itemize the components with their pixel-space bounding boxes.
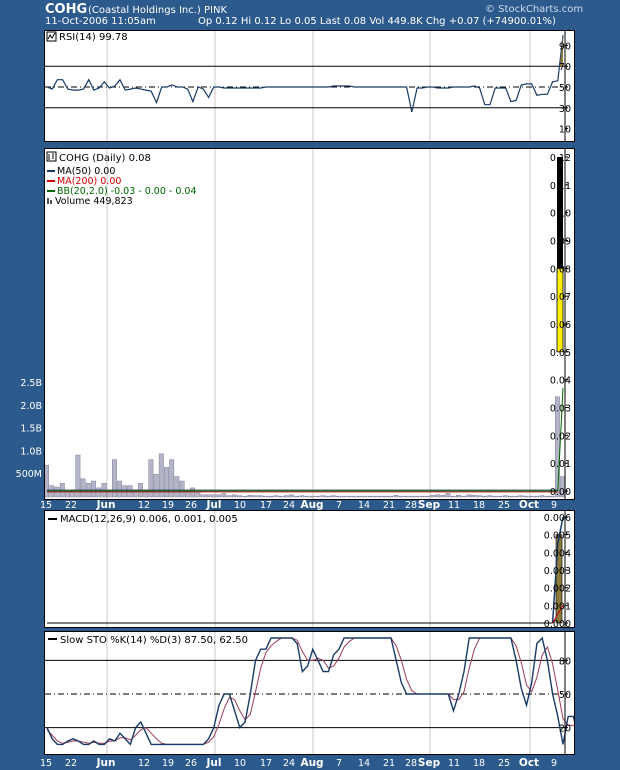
rsi-title: RSI(14) 99.78 (59, 32, 128, 43)
volume-tick-label: 2.5B (20, 378, 42, 389)
volume-bar (190, 487, 195, 498)
volume-bar (96, 487, 102, 498)
volume-tick-label: 1.0B (20, 446, 42, 457)
volume-tick-label: 2.0B (20, 401, 42, 412)
price-title: COHG (Daily) 0.08 (59, 153, 151, 164)
quote-stats: Op 0.12 Hi 0.12 Lo 0.05 Last 0.08 Vol 44… (198, 16, 556, 27)
legend-volume-icon (50, 200, 52, 204)
rsi-line (46, 35, 564, 113)
company-name: (Coastal Holdings Inc.) PINK (88, 5, 228, 16)
x-tick-label: Jul (206, 757, 222, 769)
y-tick-label: 0.07 (550, 292, 571, 303)
y-tick-label: 0.12 (550, 153, 571, 164)
x-tick-label: Jun (96, 757, 116, 769)
y-tick-label: 0.08 (550, 264, 571, 275)
macd-chart: 0.0060.0050.0040.0030.0020.0010.000MACD(… (47, 511, 571, 770)
ticker-symbol: COHG (45, 2, 88, 17)
y-tick-label: 0.006 (544, 513, 571, 524)
price-legend-box (46, 151, 57, 162)
volume-tick-label: 1.5B (20, 424, 42, 435)
volume-bar (153, 474, 159, 498)
sto-panel: 80 50 20 Slow STO %K(14) %D(3) 87.50, 62.50 (44, 631, 600, 770)
x-tick-label: 28 (405, 758, 417, 769)
x-tick-label: 22 (65, 758, 77, 769)
x-tick-label: 10 (234, 758, 246, 769)
volume-bar (80, 478, 86, 498)
x-tick-label: 14 (358, 758, 370, 769)
x-tick-label: Sep (418, 757, 441, 769)
legend-volume-icon (47, 198, 49, 204)
y-tick-label: 0.01 (550, 459, 571, 470)
sto-d-line (46, 637, 600, 745)
volume-bar (164, 467, 169, 498)
watermark: © StockCharts.com (485, 4, 584, 15)
y-tick-label: 0.06 (550, 320, 571, 331)
price-chart: 0.12 0.11 0.10 0.09 0.08 0.07 0.06 0.05 0.04 0.03… (44, 149, 571, 770)
x-tick-label: 18 (473, 758, 485, 769)
stochastic-chart: 805020Slow STO %K(14) %D(3) 87.50, 62.50 (45, 632, 600, 770)
volume-tick-label: 500M (16, 469, 42, 480)
x-tick-label: 15 (40, 758, 52, 769)
x-tick-label: 12 (138, 758, 150, 769)
y-tick-label: 0.005 (544, 531, 571, 542)
y-tick-label: 0.11 (550, 181, 571, 192)
rsi-chart: 9070503010RSI(14) 99.78 (45, 31, 571, 770)
volume-bar (91, 480, 96, 498)
sto-k-line (46, 636, 595, 746)
y-tick-label: 0.02 (550, 431, 571, 442)
x-tick-label: 25 (498, 758, 510, 769)
macd-panel: 0.006 0.005 0.004 0.003 0.002 0.001 0.000 MACD(… (44, 510, 575, 770)
y-tick-label: 0.03 (550, 404, 571, 415)
x-tick-label: 7 (336, 758, 342, 769)
volume-axis: 2.5B 2.0B 1.5B 1.0B 500M (16, 378, 42, 480)
volume-bar (174, 476, 180, 498)
macd-title: MACD(12,26,9) 0.006, 0.001, 0.005 (60, 514, 238, 525)
y-tick-label: 0.04 (550, 376, 571, 387)
legend-volume: Volume 449,823 (55, 196, 133, 207)
y-tick-label: 0.002 (544, 584, 571, 595)
price-panel: 0.12 0.11 0.10 0.09 0.08 0.07 0.06 0.05 0.04 0.03… (44, 148, 575, 770)
y-tick-label: 0.001 (544, 601, 571, 612)
x-tick-label: 17 (260, 758, 272, 769)
rsi-panel: 90 70 50 30 10 RSI(14) 99.78 (44, 30, 575, 770)
candle-body-lower (556, 267, 564, 353)
timestamp: 11-Oct-2006 11:05am (45, 16, 156, 27)
x-axis-bottom: 15 22 Jun 12 19 26 Jul 10 17 24 Aug 7 14 21 28 Sep 11 18 2… (40, 757, 557, 769)
x-tick-label: 9 (551, 758, 557, 769)
x-tick-label: 21 (383, 758, 395, 769)
volume-bar (117, 480, 123, 498)
x-tick-label: Aug (300, 757, 323, 769)
volume-bar (179, 480, 185, 498)
sto-title: Slow STO %K(14) %D(3) 87.50, 62.50 (60, 635, 248, 646)
x-axis-price: 15 22 Jun 12 19 26 Jul 10 17 24 Aug 7 14 21 28 Sep 11 18 2… (40, 499, 557, 511)
x-tick-label: 19 (162, 758, 174, 769)
y-tick-label: 0.10 (550, 209, 571, 220)
x-tick-label: 24 (283, 758, 295, 769)
y-tick-label: 0.09 (550, 237, 571, 248)
x-tick-label: Oct (519, 757, 539, 769)
x-tick-label: 26 (185, 758, 197, 769)
y-tick-label: 0.05 (550, 348, 571, 359)
y-tick-label: 0.003 (544, 566, 571, 577)
x-tick-label: 11 (448, 758, 460, 769)
y-tick-label: 0.004 (544, 548, 571, 559)
